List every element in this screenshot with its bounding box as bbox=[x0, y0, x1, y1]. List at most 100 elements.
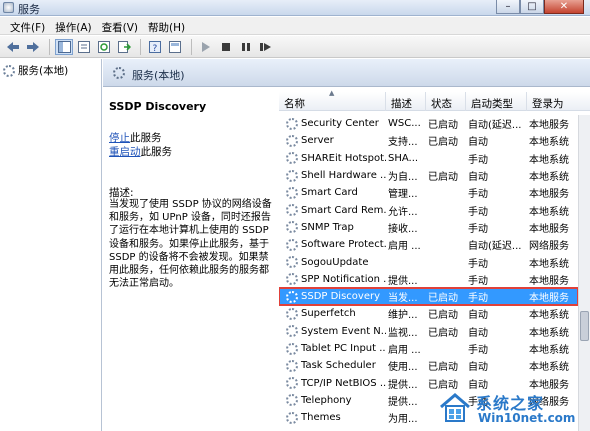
service-startup-type: 自动(延迟... bbox=[468, 241, 522, 253]
service-logon: 本地系统 bbox=[529, 258, 569, 270]
pause-icon bbox=[242, 42, 250, 51]
column-status[interactable]: 状态 bbox=[426, 92, 466, 111]
gear-icon bbox=[286, 186, 298, 199]
service-row[interactable]: Software Protect... 启用 ... 自动(延迟... 网络服务 bbox=[279, 236, 578, 253]
service-startup-type: 自动 bbox=[468, 310, 488, 322]
properties-icon bbox=[78, 40, 90, 53]
service-row[interactable]: System Event N... 监视... 已启动 自动 本地系统 bbox=[279, 323, 578, 340]
menu-view[interactable]: 查看(V) bbox=[98, 17, 144, 34]
stop-service-link[interactable]: 停止 bbox=[109, 132, 130, 144]
gear-icon bbox=[286, 377, 298, 390]
service-logon: 本地系统 bbox=[529, 345, 569, 356]
watermark: 系统之家 Win10net.com bbox=[438, 389, 586, 429]
services-rows: Security Center WSC... 已启动 自动(延迟... 本地服务 Serv… bbox=[279, 115, 579, 426]
menu-action[interactable]: 操作(A) bbox=[51, 17, 97, 34]
service-row[interactable]: SHAREit Hotspot... SHA... 手动 本地系统 bbox=[279, 150, 578, 167]
service-startup-type: 手动 bbox=[468, 258, 488, 270]
forward-button[interactable] bbox=[24, 39, 42, 55]
service-name: TCP/IP NetBIOS ... bbox=[301, 377, 386, 389]
service-name-cell: Superfetch bbox=[279, 307, 386, 320]
service-name: SNMP Trap bbox=[301, 221, 354, 233]
service-name-cell: SHAREit Hotspot... bbox=[279, 152, 386, 165]
title-bar: 服务 – □ ✕ bbox=[0, 0, 590, 16]
services-list-pane: ▲ 名称 描述 状态 启动类型 登录为 Security Center WSC..… bbox=[279, 88, 590, 431]
service-row[interactable]: Smart Card Rem... 允许... 手动 本地系统 bbox=[279, 201, 578, 218]
service-logon: 本地系统 bbox=[529, 362, 569, 374]
service-row[interactable]: Server 支持... 已启动 自动 本地系统 bbox=[279, 132, 578, 149]
service-row[interactable]: Smart Card 管理... 手动 本地服务 bbox=[279, 184, 578, 201]
maximize-button[interactable]: □ bbox=[520, 0, 544, 14]
sort-arrow-icon: ▲ bbox=[329, 89, 335, 97]
service-name-cell: Smart Card bbox=[279, 186, 386, 199]
restart-service-button[interactable] bbox=[257, 39, 275, 55]
service-startup-type: 手动 bbox=[468, 275, 488, 287]
service-name: Security Center bbox=[301, 118, 379, 130]
pause-service-button[interactable] bbox=[237, 39, 255, 55]
toolbar-separator bbox=[140, 38, 141, 55]
column-description[interactable]: 描述 bbox=[386, 92, 426, 111]
gear-icon bbox=[286, 134, 298, 147]
view-button[interactable] bbox=[166, 39, 184, 55]
service-name: SHAREit Hotspot... bbox=[301, 152, 386, 164]
toolbar-separator bbox=[191, 38, 192, 55]
help-button[interactable]: ? bbox=[146, 39, 164, 55]
service-row[interactable]: Shell Hardware ... 为自... 已启动 自动 本地系统 bbox=[279, 167, 578, 184]
service-startup-type: 手动 bbox=[468, 154, 488, 166]
stop-action-row: 停止此服务 bbox=[109, 130, 162, 145]
console-tree-button[interactable] bbox=[55, 38, 73, 55]
vertical-scrollbar[interactable] bbox=[578, 115, 590, 431]
service-row[interactable]: SogouUpdate 手动 本地系统 bbox=[279, 253, 578, 270]
service-name-cell: SPP Notification ... bbox=[279, 273, 386, 286]
tree-item-label: 服务(本地) bbox=[18, 65, 69, 77]
service-logon: 本地服务 bbox=[529, 189, 569, 201]
stop-service-button[interactable] bbox=[217, 39, 235, 55]
service-description: 为自... bbox=[388, 172, 418, 184]
service-status: 已启动 bbox=[428, 362, 458, 374]
service-description: 使用... bbox=[388, 362, 418, 374]
service-row[interactable]: Security Center WSC... 已启动 自动(延迟... 本地服务 bbox=[279, 115, 578, 132]
service-row-selected[interactable]: SSDP Discovery 当发... 已启动 手动 本地服务 bbox=[279, 286, 579, 307]
service-name-cell: Tablet PC Input ... bbox=[279, 342, 386, 355]
menu-file[interactable]: 文件(F) bbox=[6, 17, 51, 34]
service-startup-type: 手动 bbox=[468, 223, 488, 235]
restart-service-link[interactable]: 重启动 bbox=[109, 146, 141, 158]
toolbar-separator bbox=[49, 38, 50, 55]
service-status: 已启动 bbox=[428, 310, 458, 322]
service-logon: 本地系统 bbox=[529, 310, 569, 322]
service-logon: 本地服务 bbox=[529, 275, 569, 287]
properties-button[interactable] bbox=[75, 39, 93, 55]
start-service-button[interactable] bbox=[197, 39, 215, 55]
service-logon: 本地系统 bbox=[529, 137, 569, 149]
service-startup-type: 自动 bbox=[468, 327, 488, 339]
export-button[interactable] bbox=[115, 39, 133, 55]
service-startup-type: 手动 bbox=[468, 189, 488, 201]
stop-icon bbox=[222, 42, 230, 51]
menu-help[interactable]: 帮助(H) bbox=[144, 17, 191, 34]
tree-item-services-local[interactable]: 服务(本地) bbox=[3, 63, 68, 78]
back-button[interactable] bbox=[4, 39, 22, 55]
scrollbar-thumb[interactable] bbox=[580, 311, 589, 341]
close-button[interactable]: ✕ bbox=[544, 0, 584, 14]
service-row[interactable]: Tablet PC Input ... 启用 ... 手动 本地系统 bbox=[279, 340, 578, 357]
service-name: SPP Notification ... bbox=[301, 273, 386, 285]
column-startup-type[interactable]: 启动类型 bbox=[466, 92, 527, 111]
service-row[interactable]: Task Scheduler 使用... 已启动 自动 本地系统 bbox=[279, 357, 578, 374]
service-description: 启用 ... bbox=[388, 345, 421, 356]
restart-action-row: 重启动此服务 bbox=[109, 144, 172, 159]
service-row[interactable]: SPP Notification ... 提供... 手动 本地服务 bbox=[279, 271, 578, 288]
service-name: Software Protect... bbox=[301, 239, 386, 251]
service-logon: 本地服务 bbox=[529, 293, 569, 305]
column-name-label: 名称 bbox=[284, 98, 305, 110]
view-icon bbox=[169, 40, 181, 53]
column-name[interactable]: ▲ 名称 bbox=[279, 89, 386, 111]
refresh-button[interactable] bbox=[95, 39, 113, 55]
service-description: 提供... bbox=[388, 396, 418, 408]
service-startup-type: 自动 bbox=[468, 362, 488, 374]
column-logon-as[interactable]: 登录为 bbox=[527, 92, 590, 111]
column-header-row: ▲ 名称 描述 状态 启动类型 登录为 bbox=[279, 89, 590, 111]
console-tree-icon bbox=[57, 40, 71, 53]
service-row[interactable]: Superfetch 维护... 已启动 自动 本地系统 bbox=[279, 305, 578, 322]
service-startup-type: 自动 bbox=[468, 137, 488, 149]
service-row[interactable]: SNMP Trap 接收... 手动 本地服务 bbox=[279, 219, 578, 236]
minimize-button[interactable]: – bbox=[496, 0, 520, 14]
